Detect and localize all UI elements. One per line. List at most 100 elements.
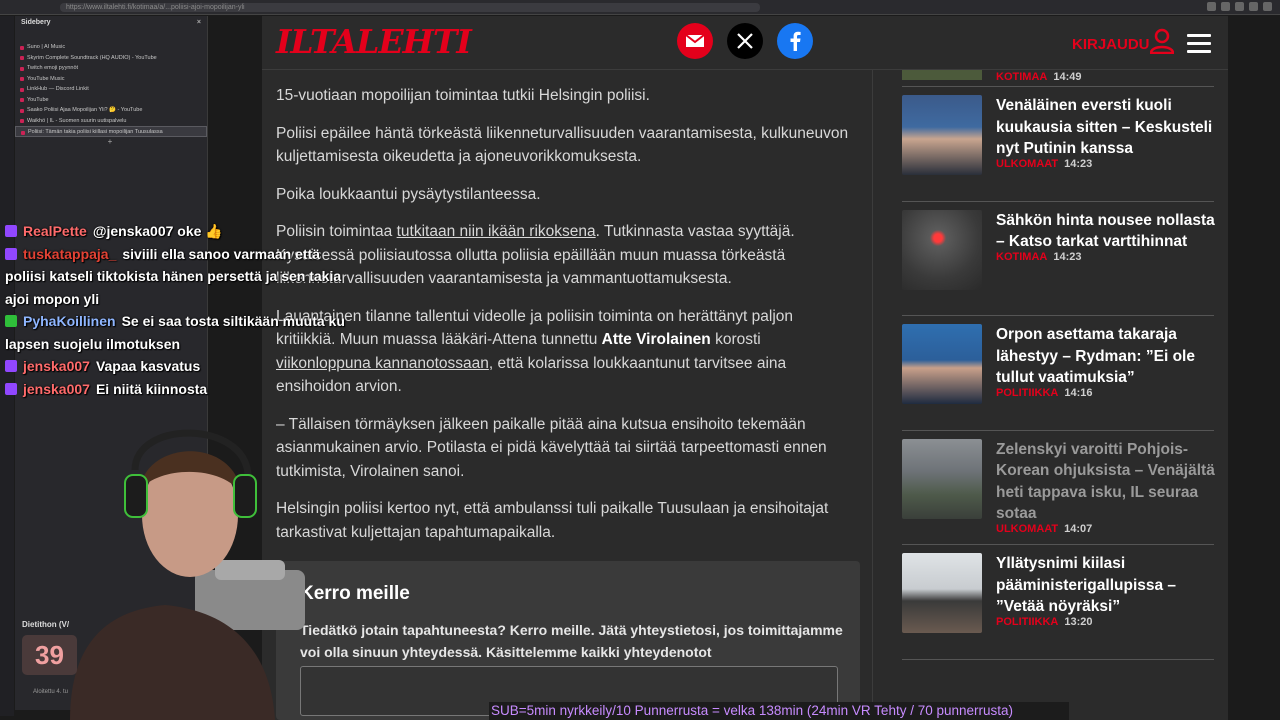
article-paragraph: 15-vuotiaan mopoilijan toimintaa tutkii … [276, 87, 650, 104]
news-thumbnail[interactable] [902, 438, 982, 519]
news-category[interactable]: ULKOMAAT [996, 523, 1058, 535]
news-time: 14:07 [1064, 522, 1093, 535]
hamburger-menu-icon[interactable] [1187, 34, 1211, 58]
chat-text: Ei niitä kiinnosta [95, 380, 208, 397]
chat-username: jenska007 [23, 380, 90, 397]
news-item[interactable]: Zelenskyi varoitti Pohjois-Korean ohjuks… [902, 431, 1216, 545]
toolbar-icons [1207, 2, 1272, 11]
article-paragraph: – Tällaisen törmäyksen jälkeen paikalle … [276, 415, 827, 480]
facebook-share-icon[interactable] [777, 23, 813, 59]
news-title[interactable]: Sähkön hinta nousee nollasta – Katso tar… [996, 210, 1216, 253]
news-category[interactable]: POLITIIKKA [996, 387, 1058, 399]
stream-widget: Dietithon (V/ 39 [22, 620, 92, 690]
news-thumbnail[interactable] [902, 324, 982, 404]
widget-sub: Aloitettu 4. tu [33, 689, 69, 695]
badge-icon [5, 360, 17, 372]
news-title[interactable]: Orpon asettama takaraja lähestyy – Rydma… [996, 324, 1216, 389]
sidebar-tab[interactable]: YouTube [15, 95, 207, 106]
article-paragraph: Poliisi epäilee häntä törkeästä liikenne… [276, 124, 849, 166]
extension-icon[interactable] [1249, 2, 1258, 11]
news-item[interactable]: Orpon asettama takaraja lähestyy – Rydma… [902, 316, 1214, 431]
widget-value: 39 [22, 635, 77, 675]
badge-icon [5, 382, 17, 395]
news-thumbnail[interactable] [902, 95, 982, 175]
extension-icon[interactable] [1207, 2, 1216, 11]
news-item[interactable]: Venäläinen eversti kuoli kuukausia sitte… [902, 87, 1214, 202]
user-icon[interactable] [1149, 28, 1175, 59]
chat-username: RealPette [23, 223, 87, 239]
sidebar-tab-active[interactable]: Poliisi: Tämän takia poliisi kiillasi mo… [15, 126, 207, 137]
url-bar[interactable]: https://www.iltalehti.fi/kotimaa/a/...po… [60, 3, 760, 12]
sidebar-tab[interactable]: Waikhö | IL - Suomen suurin uutispalvelu [15, 116, 207, 127]
chat-message: jenska007 Ei niitä kiinnosta [5, 378, 345, 401]
sidebar-tab[interactable]: LinkHub — Discord Linkit [15, 84, 207, 95]
news-category[interactable]: ULKOMAAT [996, 158, 1058, 170]
headset-ear [124, 474, 148, 518]
login-link[interactable]: KIRJAUDU [1072, 36, 1150, 53]
news-meta: KOTIMAA 14:23 [996, 251, 1081, 263]
news-meta: POLITIIKKA 14:16 [996, 387, 1092, 399]
new-tab-button[interactable]: + [15, 137, 205, 146]
chat-username: PyhaKoillinen [23, 313, 116, 329]
sidebar-tab[interactable]: Skyrim Complete Soundtrack (HQ AUDIO) - … [15, 53, 207, 64]
sidebar-tab[interactable]: Saako Poliisi Ajaa Mopoilijan Yli? 🤔 - Y… [15, 105, 207, 116]
news-category[interactable]: POLITIIKKA [996, 616, 1058, 628]
news-category[interactable]: KOTIMAA [996, 71, 1047, 83]
article-link[interactable]: tutkitaan niin ikään rikoksena [397, 223, 596, 240]
sub-ticker: SUB=5min nyrkkeily/10 Punnerrusta = velk… [489, 702, 1069, 720]
chat-message: jenska007 Vapaa kasvatus [5, 355, 345, 378]
menu-icon[interactable] [1263, 2, 1272, 11]
sidebar-tab[interactable]: Twitch emoji pyynnöt [15, 63, 207, 74]
iltalehti-page: ILTALEHTI KIRJAUDU 15-vuotiaan mopoilija… [262, 16, 1228, 720]
close-icon[interactable]: × [197, 16, 201, 30]
site-logo[interactable]: ILTALEHTI [276, 22, 472, 61]
article-paragraph: Poliisin toimintaa tutkitaan niin ikään … [276, 220, 851, 291]
chat-text: @jenska007 oke 👍 [92, 223, 223, 239]
sidebar-title: Sidebery × [15, 16, 207, 30]
news-meta: ULKOMAAT 14:23 [996, 158, 1092, 170]
chat-username: jenska007 [23, 358, 90, 374]
chat-message: RealPette @jenska007 oke 👍 [5, 220, 345, 243]
badge-icon [5, 225, 17, 237]
news-category[interactable]: KOTIMAA [996, 251, 1047, 263]
news-time: 14:23 [1064, 158, 1093, 170]
badge-icon [5, 315, 17, 327]
person-name: Atte Virolainen [601, 331, 711, 348]
news-sidebar: Venäläinen eversti kuoli kuukausia sitte… [902, 86, 1216, 660]
tip-box: Kerro meille Tiedätkö jotain tapahtunees… [276, 561, 860, 720]
text: korosti [710, 331, 761, 348]
article-paragraph: Poika loukkaantui pysäytystilanteessa. [276, 185, 541, 203]
extension-icon[interactable] [1235, 2, 1244, 11]
extension-icon[interactable] [1221, 2, 1230, 11]
article-paragraph: Helsingin poliisi kertoo nyt, että ambul… [276, 500, 829, 541]
news-thumbnail[interactable] [902, 70, 982, 80]
news-title[interactable]: Zelenskyi varoitti Pohjois-Korean ohjuks… [996, 439, 1216, 525]
chat-message: PyhaKoillinen Se ei saa tosta siltikään m… [5, 310, 345, 355]
sidebar-tab[interactable]: YouTube Music [15, 74, 207, 85]
widget-label: Dietithon (V/ [22, 620, 70, 629]
badge-icon [5, 247, 17, 260]
news-meta: POLITIIKKA 13:20 [996, 616, 1092, 628]
news-time: 14:16 [1064, 387, 1093, 399]
tip-box-title: Kerro meille [300, 583, 410, 604]
x-share-icon[interactable] [727, 23, 763, 59]
microphone-top [215, 560, 285, 580]
news-title[interactable]: Venäläinen eversti kuoli kuukausia sitte… [996, 95, 1216, 160]
news-meta: ULKOMAAT 14:07 [996, 523, 1092, 535]
news-time: 14:49 [1053, 71, 1082, 83]
news-meta: KOTIMAA 14:49 [996, 71, 1081, 83]
news-item[interactable]: Sähkön hinta nousee nollasta – Katso tar… [902, 202, 1216, 316]
news-thumbnail[interactable] [902, 209, 982, 290]
stream-chat: RealPette @jenska007 oke 👍 tuskatappaja_ s… [5, 220, 345, 400]
chat-message: tuskatappaja_ siviili ella sanoo varmaan … [5, 243, 345, 311]
news-thumbnail[interactable] [902, 553, 982, 633]
email-share-icon[interactable] [677, 23, 713, 59]
sidebar-title-text: Sidebery [21, 19, 51, 26]
site-header: ILTALEHTI KIRJAUDU [262, 16, 1228, 70]
news-item[interactable]: Yllätysnimi kiilasi pääministerigallupis… [902, 545, 1214, 660]
sidebar-tab[interactable]: Suno | AI Music [15, 42, 207, 53]
news-time: 14:23 [1053, 250, 1082, 263]
chat-text: Vapaa kasvatus [95, 358, 201, 374]
news-title[interactable]: Yllätysnimi kiilasi pääministerigallupis… [996, 553, 1216, 618]
article-paragraph: Lauantainen tilanne tallentui videolle j… [276, 305, 851, 399]
